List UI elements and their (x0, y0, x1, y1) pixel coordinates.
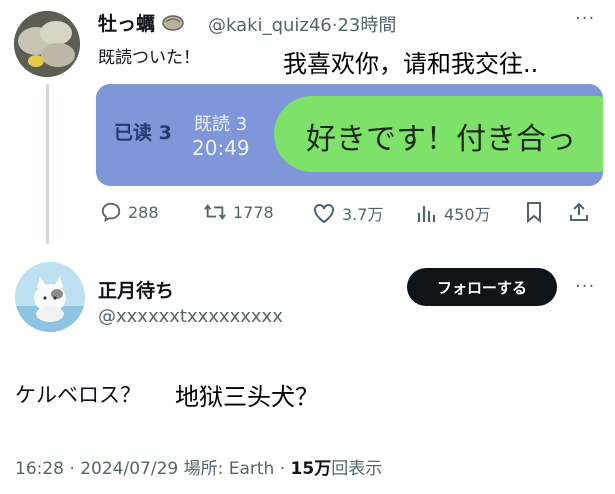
reply-author-name[interactable]: 正月待ち (98, 276, 174, 303)
like-count: 3.7万 (342, 205, 384, 224)
post-time[interactable]: 16:28 (15, 459, 64, 479)
reply-button[interactable]: 288 (100, 201, 159, 223)
view-count-label: 回表示 (331, 459, 383, 479)
read-receipt-jp: 既読 3 (194, 114, 248, 135)
author-handle-row: @kaki_quiz46·23時間 (208, 11, 396, 37)
author-name[interactable]: 牡っ蠣 (98, 9, 184, 36)
retweet-count: 1778 (233, 202, 274, 222)
reply-text: ケルベロス？ (15, 383, 141, 407)
reply-author-avatar[interactable] (15, 262, 85, 332)
author-name-text: 牡っ蠣 (98, 13, 156, 35)
tweet-image[interactable]: 已读 3 既読 3 20:49 好きです！付き合っ (96, 84, 603, 186)
like-icon (314, 203, 334, 224)
bookmark-button[interactable] (524, 201, 550, 223)
thread-line (46, 84, 49, 244)
views-button[interactable]: 450万 (416, 201, 491, 225)
more-options-icon[interactable]: ··· (575, 276, 595, 297)
translation-overlay: 地狱三头犬？ (175, 383, 319, 411)
reply-author-handle[interactable]: @xxxxxxtxxxxxxxxx (98, 306, 283, 327)
timestamp[interactable]: 23時間 (337, 15, 396, 36)
tweet-metadata: 16:28 · 2024/07/29 場所: Earth · 15万回表示 (15, 454, 382, 479)
translation-overlay: 我喜欢你，请和我交往.. (283, 50, 539, 78)
separator: · (64, 459, 81, 479)
view-count: 15万 (290, 459, 332, 479)
share-icon (570, 202, 588, 221)
retweet-icon (204, 204, 226, 220)
views-icon (417, 206, 436, 222)
author-handle[interactable]: @kaki_quiz46 (208, 15, 332, 36)
tweet-text: 既読ついた！ (98, 48, 200, 68)
post-date[interactable]: 2024/07/29 (80, 459, 178, 479)
separator: · (274, 459, 291, 479)
retweet-button[interactable]: 1778 (203, 201, 274, 223)
oyster-icon (161, 13, 184, 36)
follow-button[interactable]: フォローする (407, 268, 557, 306)
bookmark-icon (527, 202, 541, 223)
chat-bubble-text: 好きです！付き合っ (306, 122, 576, 157)
views-count: 450万 (444, 205, 491, 224)
share-button[interactable] (568, 201, 596, 223)
message-time: 20:49 (192, 136, 250, 160)
more-options-icon[interactable]: ··· (575, 8, 595, 29)
post-location: 場所: Earth (178, 459, 275, 479)
reply-count: 288 (128, 202, 159, 222)
reply-icon (101, 202, 121, 222)
read-receipt-zh: 已读 3 (114, 122, 172, 144)
author-avatar[interactable] (14, 11, 80, 77)
like-button[interactable]: 3.7万 (312, 201, 383, 225)
